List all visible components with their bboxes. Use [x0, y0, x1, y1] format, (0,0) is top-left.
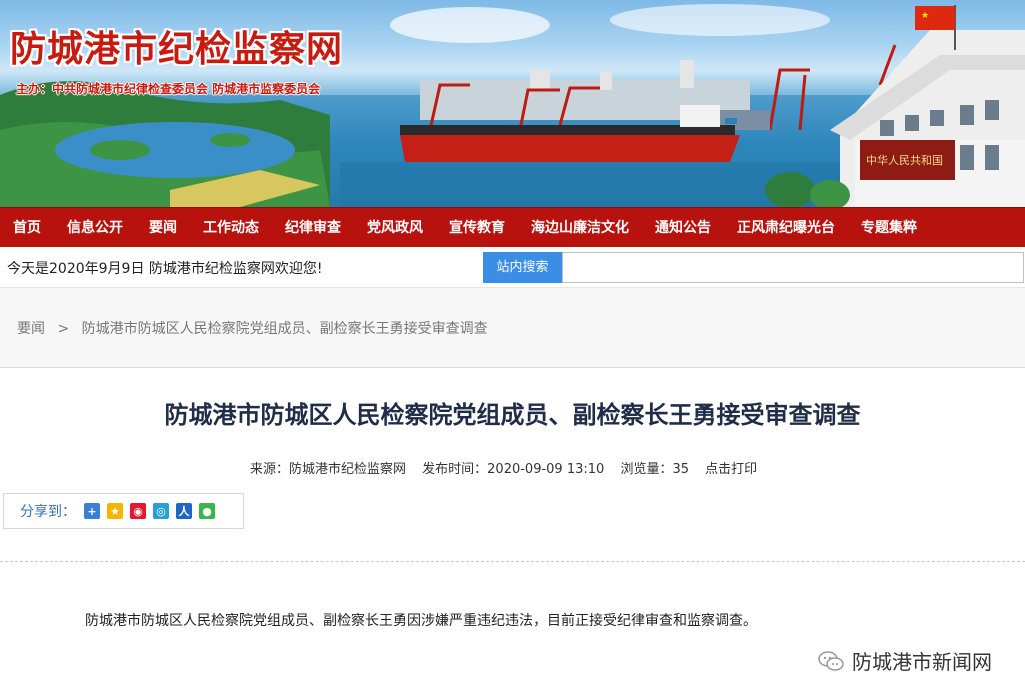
- article-source: 来源：防城港市纪检监察网: [250, 462, 407, 477]
- main-nav: 首页 信息公开 要闻 工作动态 纪律审查 党风政风 宣传教育 海边山廉洁文化 通…: [0, 207, 1025, 247]
- renren-icon[interactable]: 人: [176, 503, 192, 519]
- site-search-button[interactable]: 站内搜索: [483, 252, 562, 283]
- nav-item-notices[interactable]: 通知公告: [642, 208, 724, 248]
- print-link[interactable]: 点击打印: [705, 462, 757, 477]
- share-bar: 分享到： + ★ ◉ ◎ 人 ●: [3, 493, 244, 529]
- share-more-icon[interactable]: +: [84, 503, 100, 519]
- sponsor-text: 主办：中共防城港市纪律检查委员会 防城港市监察委员会: [16, 82, 321, 96]
- site-title: 防城港市纪检监察网: [10, 29, 344, 70]
- weibo-icon[interactable]: ◉: [130, 503, 146, 519]
- nav-item-integrity-culture[interactable]: 海边山廉洁文化: [518, 208, 642, 248]
- nav-item-topics[interactable]: 专题集粹: [848, 208, 930, 248]
- breadcrumb-bar: 要闻 > 防城港市防城区人民检察院党组成员、副检察长王勇接受审查调查: [0, 287, 1025, 367]
- article-published: 发布时间：2020-09-09 13:10: [422, 462, 605, 477]
- wechat-icon[interactable]: ●: [199, 503, 215, 519]
- qzone-icon[interactable]: ★: [107, 503, 123, 519]
- article-title: 防城港市防城区人民检察院党组成员、副检察长王勇接受审查调查: [164, 401, 861, 429]
- article-meta: 来源：防城港市纪检监察网 发布时间：2020-09-09 13:10 浏览量：3…: [250, 458, 769, 477]
- nav-item-exposure[interactable]: 正风肃纪曝光台: [724, 208, 848, 248]
- article-views: 浏览量：35: [620, 462, 689, 477]
- watermark-text: 防城港市新闻网: [852, 650, 992, 674]
- nav-item-publicity[interactable]: 宣传教育: [436, 208, 518, 248]
- tencent-weibo-icon[interactable]: ◎: [153, 503, 169, 519]
- nav-item-home[interactable]: 首页: [0, 208, 54, 248]
- nav-item-party-style[interactable]: 党风政风: [354, 208, 436, 248]
- content-divider: [0, 561, 1025, 562]
- breadcrumb: 要闻 > 防城港市防城区人民检察院党组成员、副检察长王勇接受审查调查: [17, 318, 488, 338]
- search-input[interactable]: [562, 252, 1024, 283]
- watermark: 防城港市新闻网: [818, 646, 992, 675]
- nav-item-info-disclosure[interactable]: 信息公开: [54, 208, 136, 248]
- wechat-watermark-icon: [818, 650, 844, 671]
- article-body: 防城港市防城区人民检察院党组成员、副检察长王勇因涉嫌严重违纪违法，目前正接受纪律…: [85, 613, 757, 629]
- nav-item-discipline-review[interactable]: 纪律审查: [272, 208, 354, 248]
- article: 防城港市防城区人民检察院党组成员、副检察长王勇接受审查调查 来源：防城港市纪检监…: [0, 367, 1025, 700]
- share-label: 分享到：: [20, 504, 76, 520]
- svg-text:★: ★: [921, 11, 929, 21]
- breadcrumb-current: 防城港市防城区人民检察院党组成员、副检察长王勇接受审查调查: [81, 321, 488, 337]
- svg-text:中华人民共和国: 中华人民共和国: [866, 153, 943, 167]
- nav-item-news[interactable]: 要闻: [136, 208, 190, 248]
- nav-item-work-updates[interactable]: 工作动态: [190, 208, 272, 248]
- welcome-text: 今天是2020年9月9日 防城港市纪检监察网欢迎您!: [7, 261, 323, 277]
- breadcrumb-parent-link[interactable]: 要闻: [17, 321, 45, 337]
- building-sign: 中华人民共和国: [866, 153, 943, 167]
- breadcrumb-separator: >: [57, 321, 70, 337]
- site-banner: ★ 防城港市纪检监察网 主办：中共防城港市纪律检查委员会 防城港市监察委员会 中…: [0, 0, 1025, 207]
- top-bar: 今天是2020年9月9日 防城港市纪检监察网欢迎您! 站内搜索: [0, 247, 1025, 287]
